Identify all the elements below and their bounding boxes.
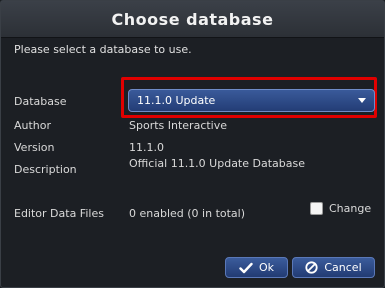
- description-label: Description: [14, 163, 77, 176]
- database-label: Database: [14, 95, 67, 108]
- checkmark-icon: [239, 262, 253, 274]
- choose-database-dialog: Choose database Please select a database…: [0, 0, 385, 288]
- intro-text: Please select a database to use.: [14, 43, 192, 56]
- ok-button-label: Ok: [258, 261, 275, 274]
- change-checkbox-wrapper[interactable]: Change: [310, 202, 371, 215]
- cancel-button[interactable]: Cancel: [292, 257, 375, 278]
- description-value: Official 11.1.0 Update Database: [129, 157, 305, 170]
- version-label: Version: [14, 141, 55, 154]
- title-bar: Choose database: [1, 1, 384, 38]
- author-label: Author: [14, 119, 52, 132]
- editor-data-files-label: Editor Data Files: [14, 207, 104, 220]
- dialog-title: Choose database: [111, 9, 274, 29]
- change-checkbox[interactable]: [310, 202, 323, 215]
- cancel-button-label: Cancel: [324, 261, 362, 274]
- change-checkbox-label[interactable]: Change: [329, 202, 371, 215]
- database-select[interactable]: 11.1.0 Update: [128, 89, 375, 112]
- author-value: Sports Interactive: [129, 119, 228, 132]
- cancel-icon: [305, 261, 318, 274]
- editor-data-files-value: 0 enabled (0 in total): [129, 207, 246, 220]
- version-value: 11.1.0: [129, 141, 164, 154]
- chevron-down-icon: [358, 98, 366, 103]
- ok-button[interactable]: Ok: [225, 257, 288, 278]
- database-select-value: 11.1.0 Update: [137, 94, 216, 107]
